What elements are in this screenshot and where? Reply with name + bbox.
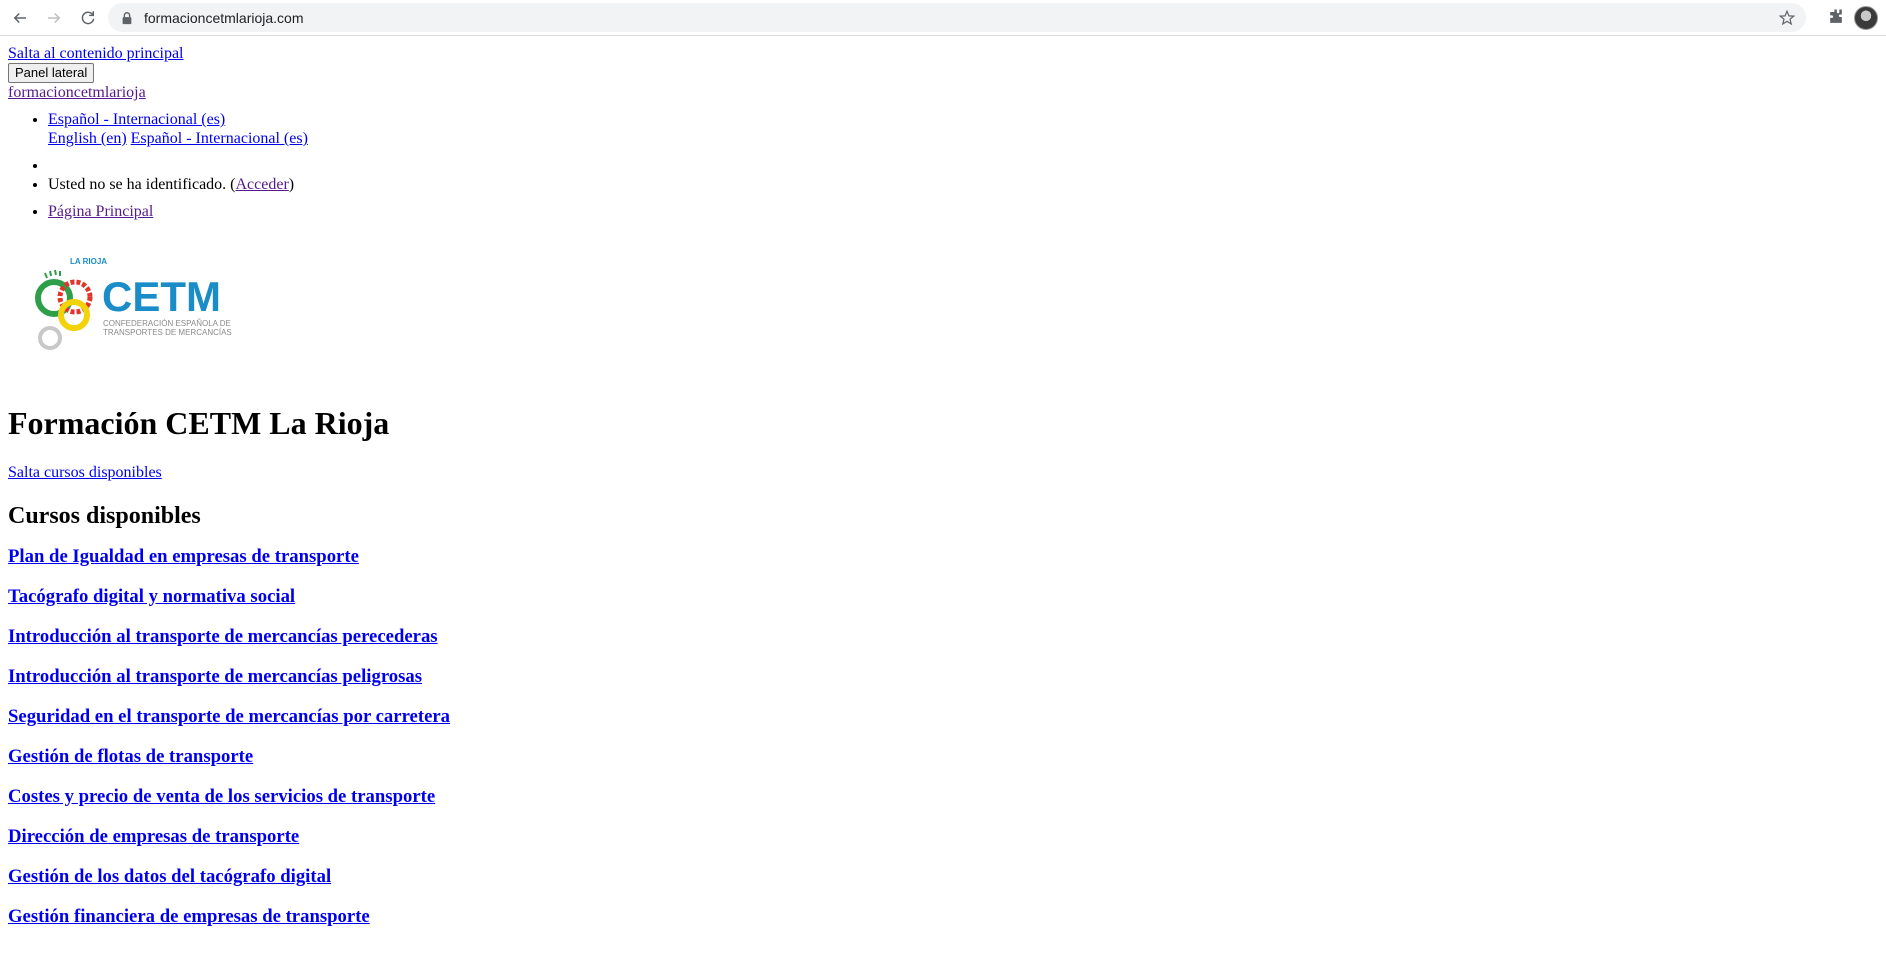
course-link[interactable]: Gestión de los datos del tacógrafo digit… (8, 866, 331, 887)
home-link[interactable]: Página Principal (48, 203, 153, 220)
course-link[interactable]: Dirección de empresas de transporte (8, 826, 299, 847)
lock-icon[interactable] (120, 11, 134, 25)
course-link[interactable]: Introducción al transporte de mercancías… (8, 626, 438, 647)
course-item: Introducción al transporte de mercancías… (8, 626, 1878, 648)
logo-line2-text: TRANSPORTES DE MERCANCÍAS (103, 328, 232, 337)
reload-button[interactable] (74, 4, 102, 32)
language-option-en[interactable]: English (en) (48, 130, 127, 147)
course-link[interactable]: Costes y precio de venta de los servicio… (8, 786, 435, 807)
cetm-logo: LA RIOJA CETM CONFEDERACIÓN ESPAÑOLA DE … (35, 257, 232, 350)
course-link[interactable]: Seguridad en el transporte de mercancías… (8, 706, 450, 727)
login-link[interactable]: Acceder (236, 176, 289, 193)
site-name-link[interactable]: formacioncetmlarioja (8, 84, 146, 101)
side-panel-button[interactable]: Panel lateral (8, 63, 95, 83)
course-item: Gestión de flotas de transporte (8, 746, 1878, 768)
star-icon[interactable] (1778, 9, 1796, 27)
current-language-link[interactable]: Español - Internacional (es) (48, 111, 225, 128)
course-item: Gestión de los datos del tacógrafo digit… (8, 866, 1878, 888)
login-status: Usted no se ha identificado. (Acceder) (48, 175, 1878, 194)
language-menu: Español - Internacional (es) English (en… (8, 110, 1878, 148)
forward-arrow-icon (48, 12, 61, 23)
empty-list-item (48, 156, 1878, 175)
back-button[interactable] (6, 4, 34, 32)
courses-heading: Cursos disponibles (8, 503, 201, 529)
course-link[interactable]: Plan de Igualdad en empresas de transpor… (8, 546, 359, 567)
course-link[interactable]: Introducción al transporte de mercancías… (8, 666, 422, 687)
user-menu: Usted no se ha identificado. (Acceder) (8, 156, 1878, 194)
logo-brand-text: CETM (102, 273, 221, 320)
login-status-text: Usted no se ha identificado. ( (48, 176, 236, 193)
url-text[interactable]: formacioncetmlarioja.com (144, 10, 304, 26)
page-content: Salta al contenido principal Panel later… (0, 36, 1886, 928)
back-arrow-icon (13, 12, 26, 23)
browser-toolbar: formacioncetmlarioja.com (0, 0, 1886, 36)
course-item: Gestión financiera de empresas de transp… (8, 906, 1878, 928)
course-item: Seguridad en el transporte de mercancías… (8, 706, 1878, 728)
course-item: Dirección de empresas de transporte (8, 826, 1878, 848)
language-option-es[interactable]: Español - Internacional (es) (131, 130, 308, 147)
course-link[interactable]: Tacógrafo digital y normativa social (8, 586, 295, 607)
logo-region-text: LA RIOJA (70, 257, 107, 266)
nav-item-home: Página Principal (48, 202, 1878, 221)
course-item: Costes y precio de venta de los servicio… (8, 786, 1878, 808)
course-list: Plan de Igualdad en empresas de transpor… (8, 546, 1878, 928)
language-menu-item: Español - Internacional (es) English (en… (48, 110, 1878, 148)
forward-button[interactable] (40, 4, 68, 32)
course-item: Plan de Igualdad en empresas de transpor… (8, 546, 1878, 568)
main-nav: Página Principal (8, 202, 1878, 221)
course-link[interactable]: Gestión de flotas de transporte (8, 746, 253, 767)
skip-courses-link[interactable]: Salta cursos disponibles (8, 464, 162, 481)
course-link[interactable]: Gestión financiera de empresas de transp… (8, 906, 370, 927)
reload-icon (81, 10, 95, 24)
page-title: Formación CETM La Rioja (8, 405, 390, 441)
profile-avatar[interactable] (1854, 6, 1878, 30)
course-item: Tacógrafo digital y normativa social (8, 586, 1878, 608)
login-status-close: ) (288, 176, 295, 193)
logo-line1-text: CONFEDERACIÓN ESPAÑOLA DE (103, 319, 231, 328)
course-item: Introducción al transporte de mercancías… (8, 666, 1878, 688)
address-bar[interactable]: formacioncetmlarioja.com (108, 3, 1806, 32)
extensions-puzzle-icon[interactable] (1826, 7, 1846, 27)
skip-to-main-link[interactable]: Salta al contenido principal (8, 45, 184, 62)
